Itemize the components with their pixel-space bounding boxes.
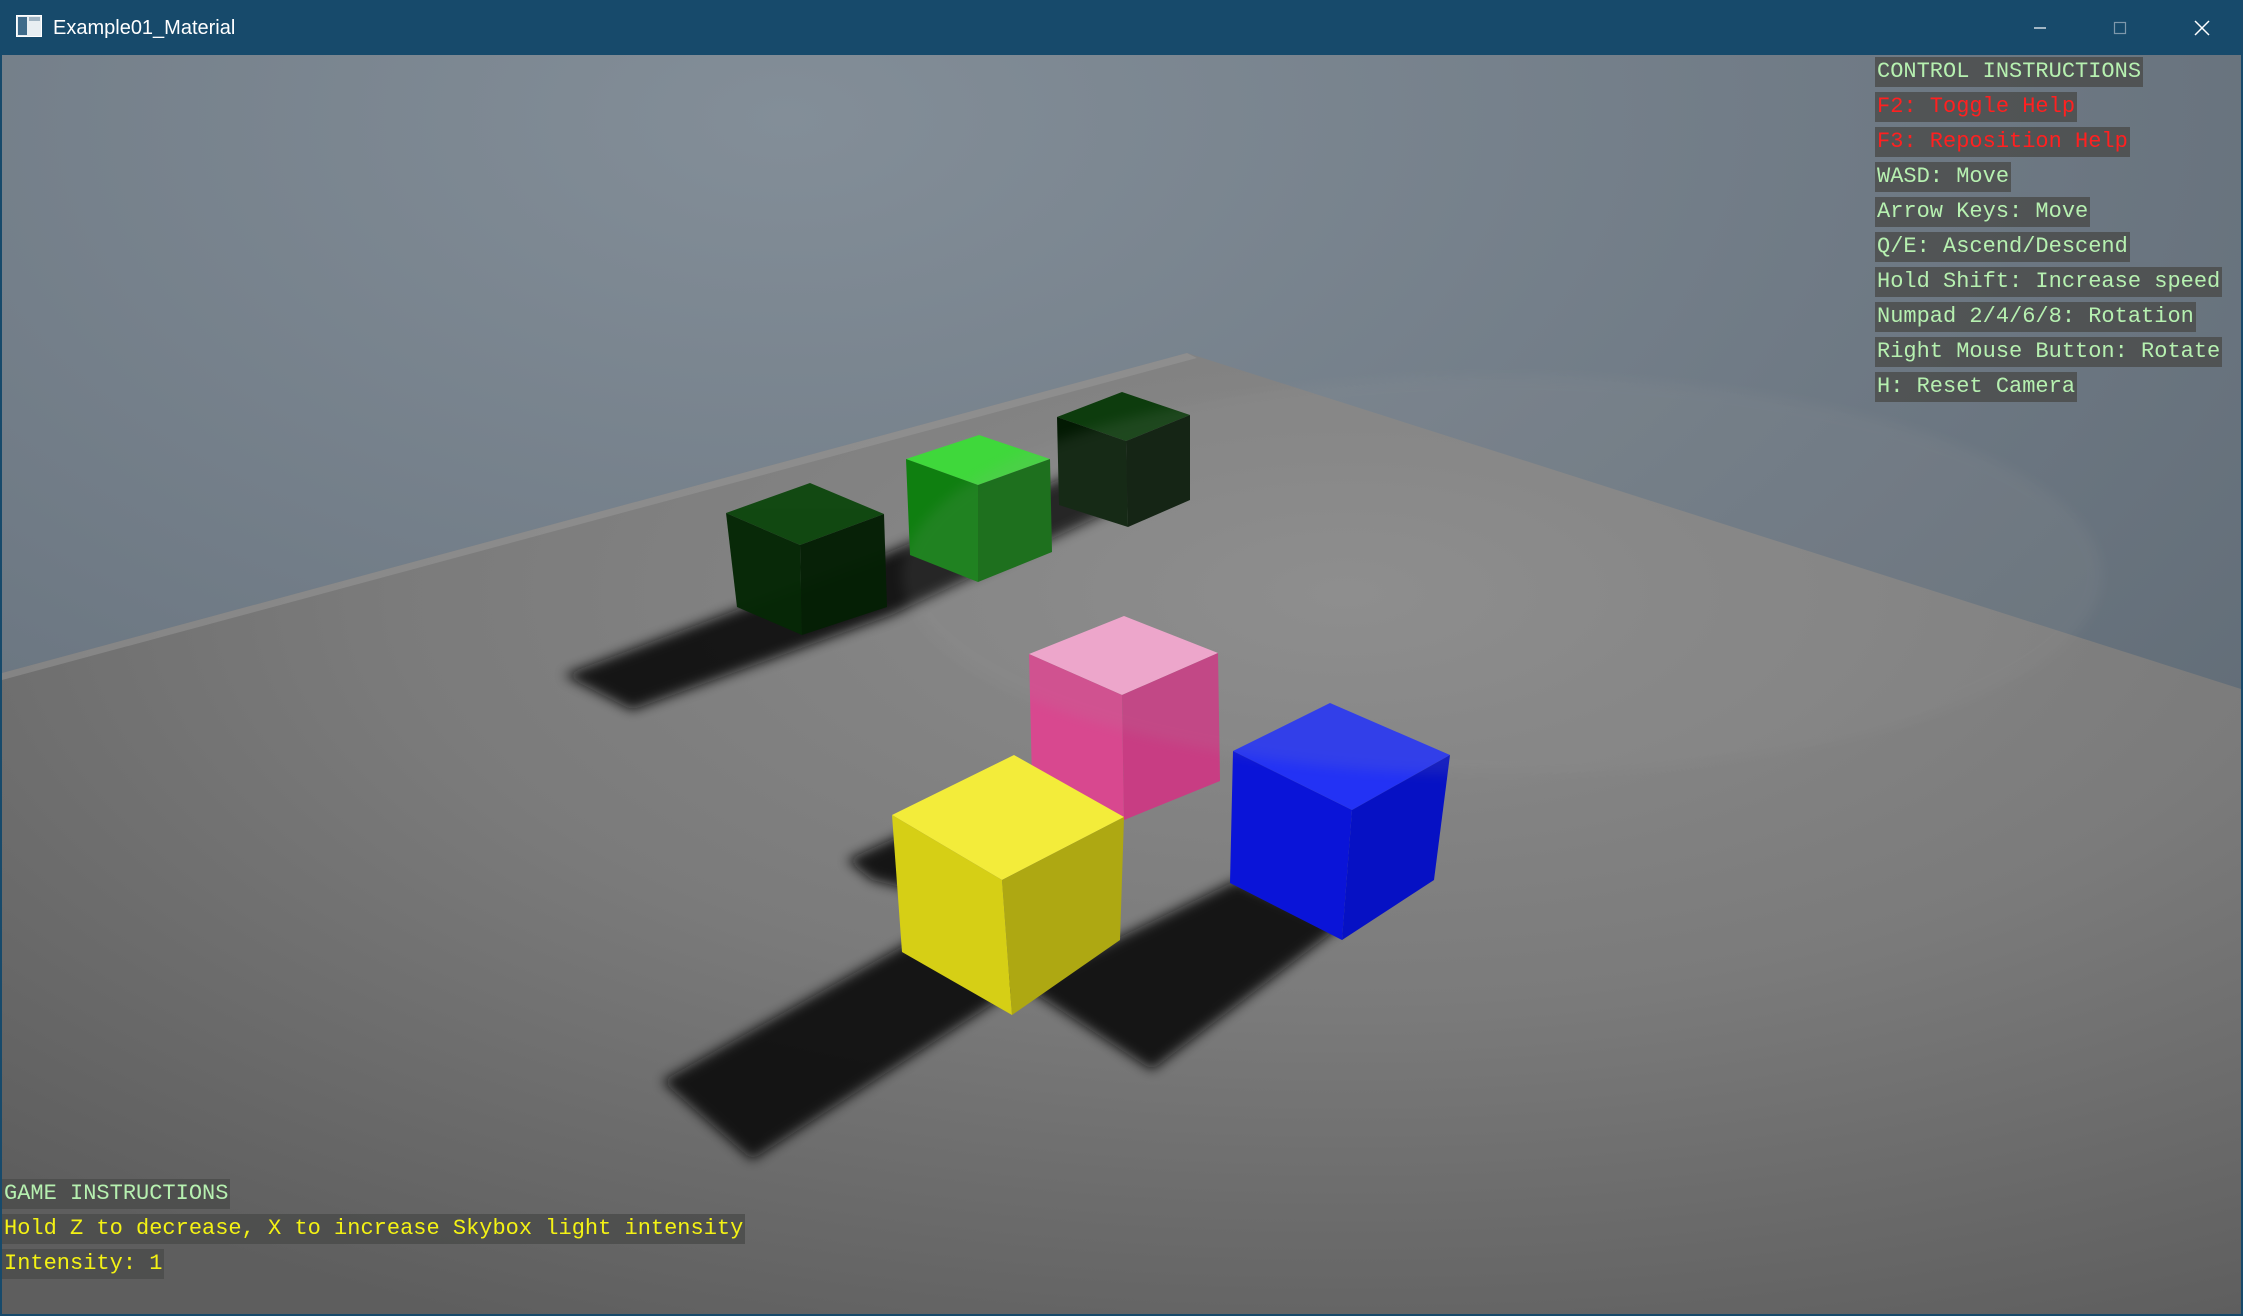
window-title: Example01_Material	[53, 17, 236, 39]
maximize-icon	[2113, 21, 2127, 34]
dark-green-cube-left	[726, 483, 887, 635]
intensity-readout: Intensity: 1	[2, 1249, 165, 1279]
render-viewport[interactable]: CONTROL INSTRUCTIONS F2: Toggle Help F3:…	[2, 55, 2241, 1314]
help-toggle-line: F2: Toggle Help	[1875, 92, 2078, 122]
help-reposition-line: F3: Reposition Help	[1875, 127, 2130, 157]
help-arrow-keys-line: Arrow Keys: Move	[1875, 197, 2091, 227]
help-wasd-line: WASD: Move	[1875, 162, 2012, 192]
minimize-icon	[2034, 26, 2046, 29]
help-numpad-rotation-line: Numpad 2/4/6/8: Rotation	[1875, 302, 2196, 332]
help-mouse-rotate-line: Right Mouse Button: Rotate	[1875, 337, 2223, 367]
minimize-button[interactable]	[2000, 0, 2080, 55]
app-icon	[16, 15, 42, 37]
help-shift-speed-line: Hold Shift: Increase speed	[1875, 267, 2223, 297]
application-window: Example01_Material CONTROL INSTRUCTIONS …	[0, 0, 2243, 1316]
help-ascend-descend-line: Q/E: Ascend/Descend	[1875, 232, 2130, 262]
maximize-button[interactable]	[2080, 0, 2160, 55]
help-reset-camera-line: H: Reset Camera	[1875, 372, 2078, 402]
title-bar[interactable]: Example01_Material	[0, 0, 2243, 55]
close-icon	[2194, 19, 2210, 36]
close-button[interactable]	[2162, 0, 2242, 55]
skybox-intensity-instruction: Hold Z to decrease, X to increase Skybox…	[2, 1214, 746, 1244]
control-instructions-heading: CONTROL INSTRUCTIONS	[1875, 57, 2144, 87]
game-instructions-heading: GAME INSTRUCTIONS	[2, 1179, 231, 1209]
